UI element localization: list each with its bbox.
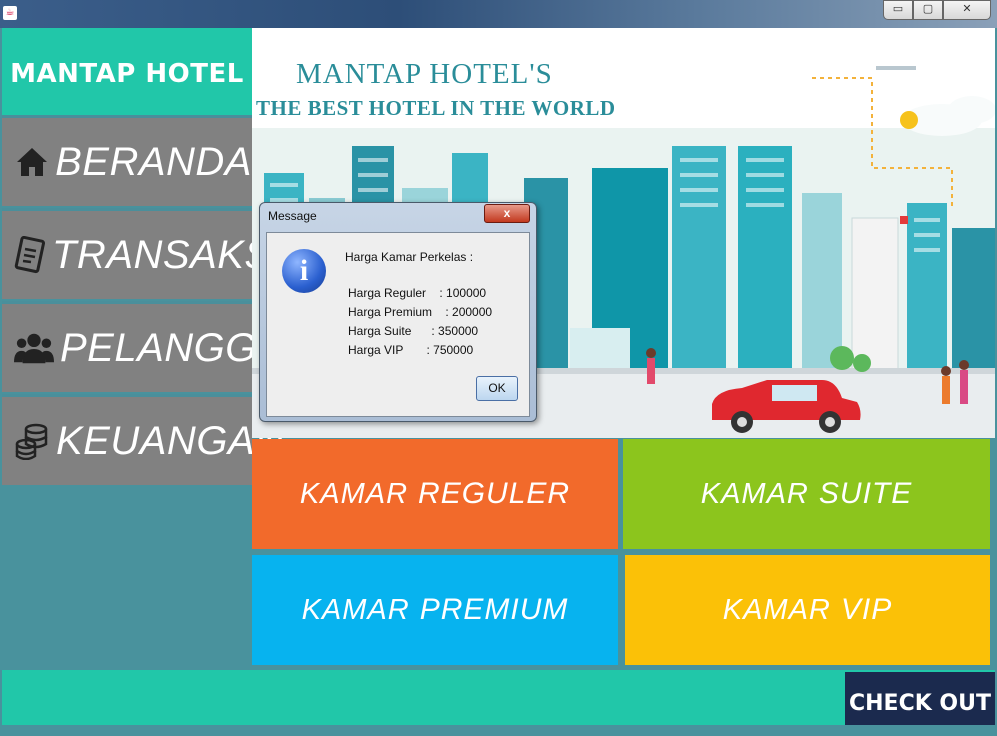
tile-name: REGULER <box>418 477 571 510</box>
tile-prefix: KAMAR <box>301 593 410 626</box>
dialog-heading: Harga Kamar Perkelas : <box>345 250 474 264</box>
brand-title: MANTAP HOTEL <box>2 28 252 115</box>
tile-prefix: KAMAR <box>299 477 409 510</box>
dialog-title: Message <box>268 209 317 223</box>
message-dialog: Message x i Harga Kamar Perkelas : Harga… <box>259 202 537 422</box>
price-line-vip: Harga VIP : 750000 <box>348 343 474 357</box>
sidebar-item-label: BERANDA <box>55 139 252 184</box>
price-line-suite: Harga Suite : 350000 <box>348 324 479 338</box>
checkout-button[interactable]: CHECK OUT <box>845 672 995 725</box>
sidebar-item-pelanggan[interactable]: PELANGGAN <box>2 301 313 392</box>
sidebar-item-label: TRANSAKSI <box>52 232 284 277</box>
coins-icon <box>14 422 50 460</box>
tile-name: PREMIUM <box>419 593 569 626</box>
window-titlebar: ☕ ▭ ▢ ✕ <box>0 0 997 28</box>
ok-button[interactable]: OK <box>476 376 518 401</box>
sidebar-item-label: KEUANGAN <box>56 418 285 463</box>
sidebar-item-beranda[interactable]: BERANDA <box>2 115 252 206</box>
sidebar-item-transaksi[interactable]: TRANSAKSI <box>2 208 283 299</box>
sidebar: MANTAP HOTEL BERANDA TRANSAKSI PELANGGAN… <box>2 28 313 668</box>
minimize-button[interactable]: ▭ <box>883 0 913 20</box>
sidebar-item-keuangan[interactable]: KEUANGAN <box>2 394 284 485</box>
dialog-body: i Harga Kamar Perkelas : Harga Reguler :… <box>266 232 530 417</box>
tile-prefix: KAMAR <box>700 477 809 510</box>
java-icon: ☕ <box>3 6 17 20</box>
document-icon <box>14 236 46 274</box>
tile-kamar-vip[interactable]: KAMAR VIP <box>625 555 990 665</box>
home-icon <box>14 145 49 179</box>
users-icon <box>14 330 54 366</box>
price-line-premium: Harga Premium : 200000 <box>348 305 493 319</box>
dialog-close-button[interactable]: x <box>484 204 530 223</box>
tile-kamar-suite[interactable]: KAMAR SUITE <box>623 439 990 549</box>
tile-kamar-reguler[interactable]: KAMAR REGULER <box>252 439 618 549</box>
tile-name: VIP <box>840 593 893 626</box>
tile-prefix: KAMAR <box>722 593 831 626</box>
maximize-button[interactable]: ▢ <box>913 0 943 20</box>
close-window-button[interactable]: ✕ <box>943 0 991 20</box>
tile-name: SUITE <box>818 477 913 510</box>
price-line-reguler: Harga Reguler : 100000 <box>348 286 487 300</box>
tile-kamar-premium[interactable]: KAMAR PREMIUM <box>252 555 618 665</box>
hero-subtitle: THE BEST HOTEL IN THE WORLD <box>256 96 616 120</box>
info-icon: i <box>282 249 326 293</box>
hero-title: MANTAP HOTEL'S <box>296 58 553 90</box>
